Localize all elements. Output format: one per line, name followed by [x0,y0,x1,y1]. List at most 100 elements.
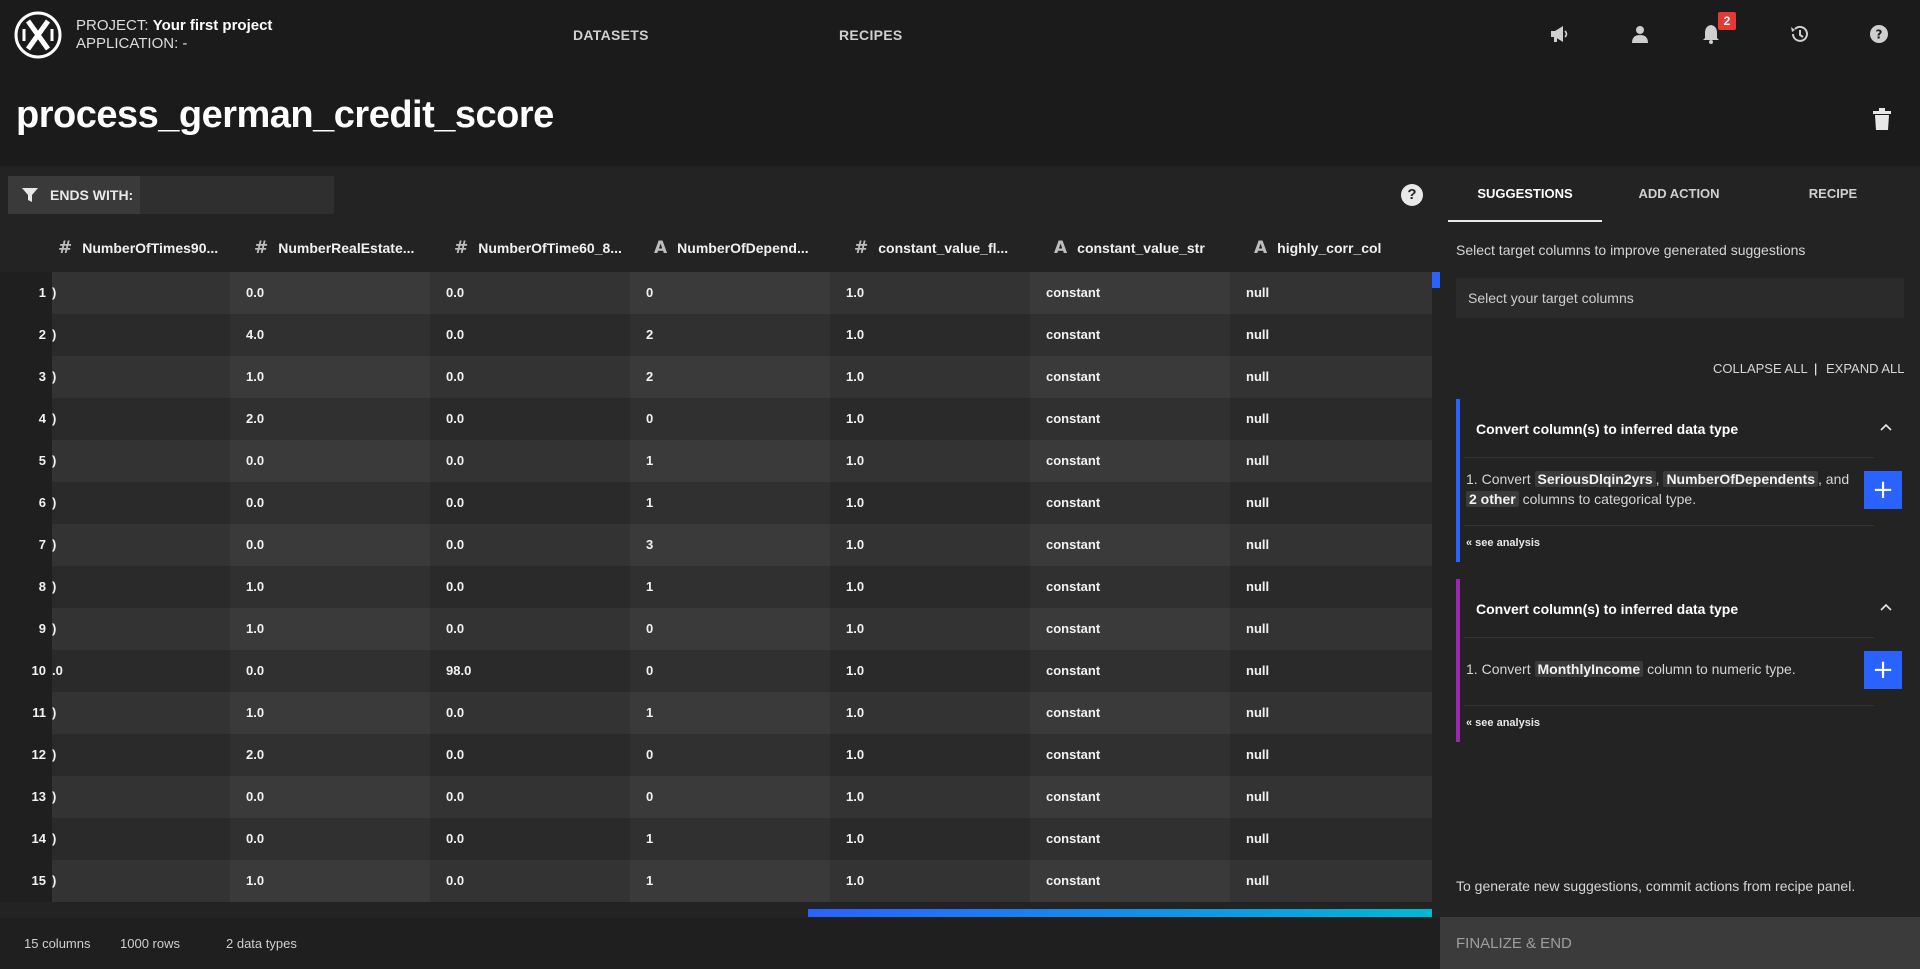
table-cell[interactable]: constant [1030,440,1230,482]
table-cell[interactable]: ) [52,818,230,860]
table-cell[interactable]: constant [1030,818,1230,860]
table-cell[interactable]: 0.0 [430,860,630,902]
table-cell[interactable]: null [1230,356,1432,398]
table-cell[interactable]: constant [1030,398,1230,440]
table-cell[interactable]: 1.0 [830,860,1030,902]
table-cell[interactable]: ) [52,272,230,314]
table-cell[interactable]: 2.0 [230,734,430,776]
table-cell[interactable]: null [1230,734,1432,776]
table-cell[interactable]: constant [1030,482,1230,524]
table-cell[interactable]: 0 [630,776,830,818]
table-cell[interactable]: ) [52,524,230,566]
column-header[interactable]: Ahighly_corr_col [1230,224,1432,272]
table-cell[interactable]: 0.0 [230,650,430,692]
table-cell[interactable]: constant [1030,272,1230,314]
nav-datasets[interactable]: DATASETS [573,27,649,43]
table-cell[interactable]: null [1230,482,1432,524]
table-cell[interactable]: null [1230,524,1432,566]
table-cell[interactable]: 1.0 [830,692,1030,734]
table-cell[interactable]: null [1230,440,1432,482]
table-cell[interactable]: 0.0 [230,272,430,314]
table-cell[interactable]: 0.0 [430,398,630,440]
table-cell[interactable]: 1.0 [830,314,1030,356]
table-cell[interactable]: 1.0 [830,440,1030,482]
table-cell[interactable]: 0 [630,608,830,650]
table-cell[interactable]: ) [52,860,230,902]
table-cell[interactable]: 1.0 [830,650,1030,692]
table-cell[interactable]: constant [1030,356,1230,398]
nav-recipes[interactable]: RECIPES [839,27,903,43]
column-header[interactable]: # constant_value_fl... [830,224,1030,272]
column-header[interactable]: Aconstant_value_str [1030,224,1230,272]
table-cell[interactable]: 0 [630,650,830,692]
table-cell[interactable]: 3 [630,524,830,566]
target-columns-select[interactable]: Select your target columns [1456,278,1904,318]
table-cell[interactable]: 0 [630,272,830,314]
table-cell[interactable]: null [1230,860,1432,902]
table-cell[interactable]: 1.0 [230,608,430,650]
table-cell[interactable]: 1.0 [830,356,1030,398]
column-header[interactable]: # NumberRealEstate... [230,224,430,272]
table-cell[interactable]: constant [1030,650,1230,692]
table-cell[interactable]: 1.0 [230,356,430,398]
table-cell[interactable]: null [1230,608,1432,650]
table-cell[interactable]: null [1230,692,1432,734]
vertical-scrollbar[interactable] [1432,272,1440,288]
filter-input[interactable] [140,176,334,214]
table-cell[interactable]: 0.0 [430,566,630,608]
table-cell[interactable]: ) [52,314,230,356]
table-cell[interactable]: constant [1030,776,1230,818]
table-cell[interactable]: ) [52,440,230,482]
table-cell[interactable]: .0 [52,650,230,692]
table-cell[interactable]: 1.0 [830,524,1030,566]
table-cell[interactable]: 0.0 [230,440,430,482]
expand-all-link[interactable]: EXPAND ALL [1826,361,1905,376]
table-cell[interactable]: ) [52,734,230,776]
megaphone-icon[interactable] [1547,22,1571,46]
table-cell[interactable]: 0.0 [430,734,630,776]
table-cell[interactable]: null [1230,566,1432,608]
table-cell[interactable]: 1.0 [830,398,1030,440]
table-cell[interactable]: null [1230,272,1432,314]
table-cell[interactable]: 98.0 [430,650,630,692]
table-cell[interactable]: null [1230,314,1432,356]
app-logo-icon[interactable] [14,11,62,59]
apply-suggestion-button[interactable]: + [1864,471,1902,509]
table-cell[interactable]: 0 [630,734,830,776]
table-cell[interactable]: constant [1030,692,1230,734]
table-cell[interactable]: ) [52,566,230,608]
table-cell[interactable]: 2 [630,314,830,356]
tab-suggestions[interactable]: SUGGESTIONS [1448,166,1602,222]
table-cell[interactable]: 1 [630,818,830,860]
column-header[interactable]: # NumberOfTime60_8... [430,224,630,272]
column-header[interactable]: A NumberOfDepend... [630,224,830,272]
column-chip[interactable]: MonthlyIncome [1534,661,1644,677]
apply-suggestion-button[interactable]: + [1864,651,1902,689]
table-cell[interactable]: 1 [630,566,830,608]
table-cell[interactable]: ) [52,356,230,398]
column-chip[interactable]: NumberOfDependents [1663,471,1819,487]
history-icon[interactable] [1787,22,1811,46]
table-cell[interactable]: 0.0 [230,776,430,818]
table-cell[interactable]: 2 [630,356,830,398]
table-cell[interactable]: 0.0 [230,482,430,524]
table-cell[interactable]: 0.0 [430,314,630,356]
see-analysis-link[interactable]: « see analysis [1466,537,1540,549]
filter-button[interactable]: ENDS WITH: [8,176,140,214]
table-cell[interactable]: 0 [630,398,830,440]
table-cell[interactable]: 1.0 [830,776,1030,818]
table-cell[interactable]: 0.0 [430,440,630,482]
table-cell[interactable]: constant [1030,734,1230,776]
table-cell[interactable]: 1 [630,440,830,482]
table-cell[interactable]: constant [1030,608,1230,650]
user-icon[interactable] [1628,22,1652,46]
table-cell[interactable]: constant [1030,566,1230,608]
table-cell[interactable]: constant [1030,314,1230,356]
table-cell[interactable]: 1 [630,860,830,902]
table-cell[interactable]: null [1230,818,1432,860]
column-chip[interactable]: SeriousDlqin2yrs [1534,471,1656,487]
table-cell[interactable]: 0.0 [430,776,630,818]
see-analysis-link[interactable]: « see analysis [1466,717,1540,729]
table-cell[interactable]: 2.0 [230,398,430,440]
table-cell[interactable]: 1.0 [830,566,1030,608]
